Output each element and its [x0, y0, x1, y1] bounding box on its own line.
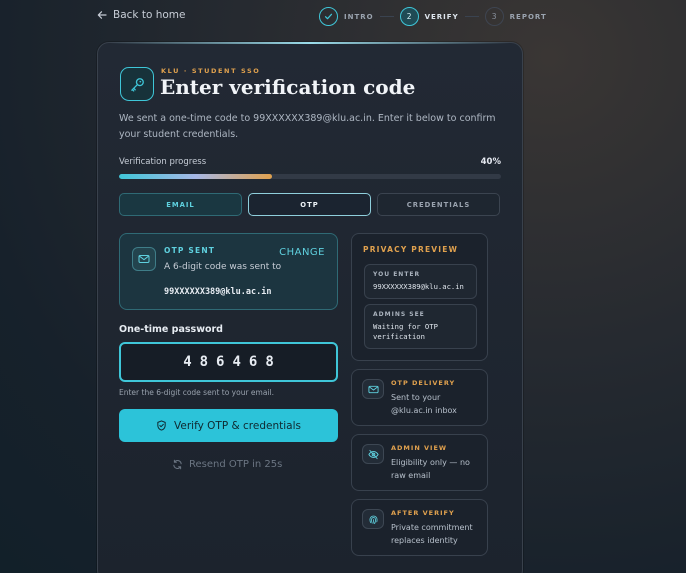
- otp-input[interactable]: [119, 342, 338, 382]
- change-email-button[interactable]: CHANGE: [279, 247, 325, 258]
- progress-label: Verification progress: [119, 157, 207, 167]
- step-indicator: INTRO 2 VERIFY 3 REPORT: [319, 7, 547, 26]
- mail-icon: [132, 247, 156, 271]
- resend-otp-button[interactable]: Resend OTP in 25s: [172, 459, 282, 470]
- after-verify-text: Private commitment replaces identity: [391, 523, 473, 545]
- refresh-icon: [173, 459, 182, 470]
- step-connector: [464, 16, 479, 17]
- step-report: 3 REPORT: [484, 7, 547, 26]
- admins-see-value: Waiting for OTP verification: [373, 322, 438, 341]
- shield-icon: [157, 420, 166, 431]
- privacy-admins-see: ADMINS SEE Waiting for OTP verification: [364, 304, 477, 349]
- top-bar: Back to home INTRO 2 VERIFY 3 REPORT: [0, 0, 686, 34]
- resend-otp-label: Resend OTP in 25s: [189, 459, 283, 470]
- sso-eyebrow: KLU · STUDENT SSO: [161, 67, 261, 75]
- you-enter-value: 99XXXXXX389@klu.ac.in: [373, 282, 464, 291]
- progress-value: 40%: [480, 157, 501, 167]
- eye-off-icon: [362, 444, 384, 464]
- privacy-you-enter: YOU ENTER 99XXXXXX389@klu.ac.in: [364, 264, 477, 299]
- after-verify-card: AFTER VERIFY Private commitment replaces…: [351, 499, 488, 556]
- key-icon: [120, 67, 154, 101]
- progress-fill: [119, 174, 272, 179]
- step-verify: 2 VERIFY: [399, 7, 459, 26]
- you-enter-key: YOU ENTER: [373, 271, 421, 278]
- privacy-preview-title: PRIVACY PREVIEW: [363, 245, 459, 254]
- step-connector: [379, 16, 394, 17]
- mail-icon: [362, 379, 384, 399]
- otp-sent-notice: OTP SENT CHANGE A 6-digit code was sent …: [119, 233, 338, 310]
- privacy-preview: PRIVACY PREVIEW YOU ENTER 99XXXXXX389@kl…: [351, 233, 488, 361]
- admin-view-text: Eligibility only — no raw email: [391, 458, 470, 480]
- otp-sent-text: A 6-digit code was sent to: [164, 262, 282, 272]
- page-title: Enter verification code: [160, 75, 416, 99]
- otp-hint: Enter the 6-digit code sent to your emai…: [119, 388, 274, 397]
- admin-view-card: ADMIN VIEW Eligibility only — no raw ema…: [351, 434, 488, 491]
- verify-otp-label: Verify OTP & credentials: [174, 419, 301, 432]
- check-icon: [319, 7, 338, 26]
- otp-label: One-time password: [119, 324, 223, 335]
- step-report-label: REPORT: [509, 12, 547, 21]
- tab-otp[interactable]: OTP: [248, 193, 371, 216]
- step-report-number: 3: [484, 7, 504, 26]
- verification-card: KLU · STUDENT SSO Enter verification cod…: [97, 42, 523, 573]
- tab-credentials[interactable]: CREDENTIALS: [377, 193, 500, 216]
- back-to-home-link[interactable]: Back to home: [97, 9, 185, 21]
- admin-view-title: ADMIN VIEW: [391, 444, 448, 452]
- page-description: We sent a one-time code to 99XXXXXX389@k…: [119, 113, 496, 140]
- step-intro-label: INTRO: [344, 12, 374, 21]
- arrow-left-icon: [97, 11, 107, 19]
- fingerprint-icon: [362, 509, 384, 529]
- after-verify-title: AFTER VERIFY: [391, 509, 455, 517]
- otp-sent-title: OTP SENT: [164, 246, 216, 255]
- admins-see-key: ADMINS SEE: [373, 311, 425, 318]
- tab-email[interactable]: EMAIL: [119, 193, 242, 216]
- verify-otp-button[interactable]: Verify OTP & credentials: [119, 409, 338, 442]
- step-verify-label: VERIFY: [424, 12, 459, 21]
- step-intro: INTRO: [319, 7, 374, 26]
- back-label: Back to home: [113, 9, 186, 21]
- otp-delivery-title: OTP DELIVERY: [391, 379, 456, 387]
- step-verify-number: 2: [399, 7, 419, 26]
- otp-sent-email: 99XXXXXX389@klu.ac.in: [164, 287, 272, 297]
- otp-delivery-text: Sent to your @klu.ac.in inbox: [391, 393, 457, 415]
- step-tabs: EMAIL OTP CREDENTIALS: [119, 193, 500, 216]
- otp-delivery-card: OTP DELIVERY Sent to your @klu.ac.in inb…: [351, 369, 488, 426]
- progress-bar: [119, 174, 501, 179]
